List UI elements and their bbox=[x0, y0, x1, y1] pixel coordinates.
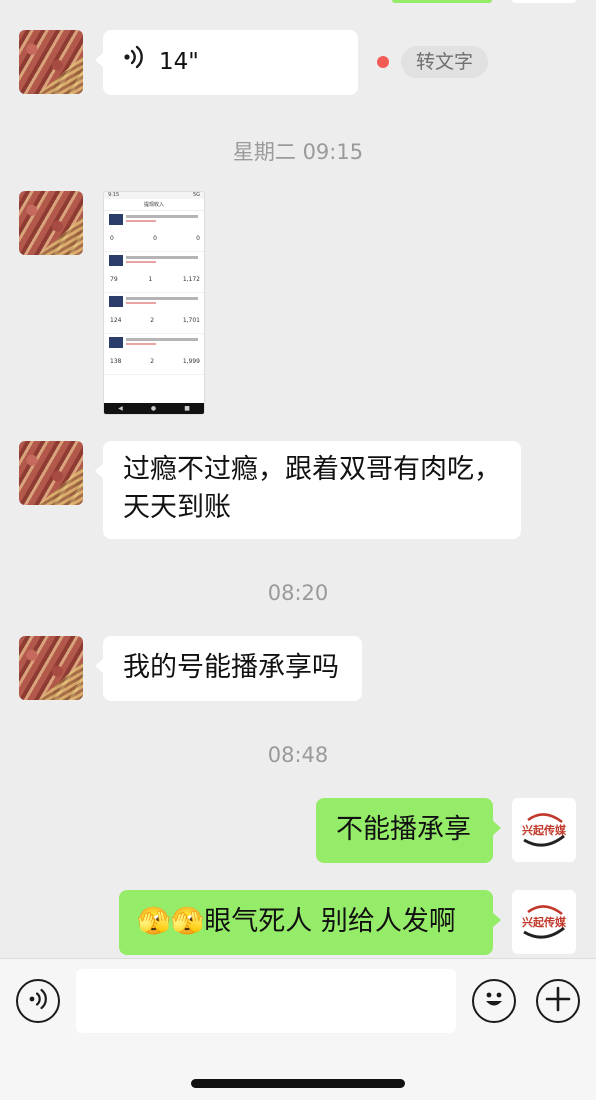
text-message-bubble[interactable]: 过瘾不过瘾，跟着双哥有肉吃， 天天到账 bbox=[95, 441, 521, 539]
contact-avatar[interactable] bbox=[19, 191, 83, 255]
contact-avatar[interactable] bbox=[19, 636, 83, 700]
timestamp: 08:20 bbox=[267, 581, 329, 605]
thumbnail-status-bar: 9:15 5G bbox=[104, 192, 204, 199]
my-avatar[interactable]: 兴起传媒 bbox=[512, 890, 576, 954]
emoji: 🫣🫣 bbox=[137, 906, 205, 937]
thumbnail-row: 000 bbox=[104, 211, 204, 252]
message-text: 我的号能播承享吗 bbox=[123, 652, 339, 683]
thumbnail-time: 9:15 bbox=[108, 192, 120, 198]
brand-logo: 兴起传媒 bbox=[522, 905, 567, 939]
emoji-face-icon bbox=[479, 984, 509, 1018]
convert-to-text-button[interactable]: 转文字 bbox=[401, 46, 489, 78]
voice-input-button[interactable] bbox=[16, 979, 60, 1023]
message-text: 不能播承享 bbox=[336, 814, 471, 845]
emoji-button[interactable] bbox=[472, 979, 516, 1023]
sent-message-bubble[interactable]: 不能播承享 bbox=[316, 798, 501, 863]
thumbnail-signal: 5G bbox=[192, 192, 200, 198]
thumbnail-nav-bar: ◀ ● ■ bbox=[104, 403, 204, 414]
voice-wave-icon bbox=[28, 988, 48, 1014]
voice-message-bubble[interactable]: 14" bbox=[95, 30, 358, 95]
brand-logo: 兴起传媒 bbox=[522, 813, 567, 847]
thumbnail-row: 124 2 1,701 bbox=[104, 293, 204, 334]
sent-message-bubble[interactable]: 🫣🫣眼气死人 别给人发啊 bbox=[119, 890, 501, 955]
thumbnail-title: 提现收入 bbox=[104, 199, 204, 211]
contact-avatar[interactable] bbox=[19, 30, 83, 94]
timestamp: 星期二 09:15 bbox=[232, 140, 364, 164]
message-text-line2: 天天到账 bbox=[123, 492, 231, 523]
home-indicator[interactable] bbox=[191, 1079, 405, 1088]
svg-text:兴起传媒: 兴起传媒 bbox=[522, 915, 567, 929]
image-message-thumbnail[interactable]: 9:15 5G 提现收入 000 79 1 1,172 124 2 1,701 138 2… bbox=[103, 191, 205, 415]
timestamp: 08:48 bbox=[267, 743, 329, 767]
voice-duration: 14" bbox=[159, 49, 199, 75]
add-button[interactable] bbox=[536, 979, 580, 1023]
message-input[interactable] bbox=[76, 969, 456, 1033]
plus-icon bbox=[545, 986, 571, 1016]
unread-dot bbox=[377, 56, 389, 68]
svg-text:兴起传媒: 兴起传媒 bbox=[522, 823, 567, 837]
my-avatar[interactable]: 兴起传媒 bbox=[512, 798, 576, 862]
voice-wave-icon bbox=[123, 43, 143, 81]
thumbnail-row: 79 1 1,172 bbox=[104, 252, 204, 293]
message-text: 眼气死人 别给人发啊 bbox=[204, 906, 456, 937]
previous-avatar-partial bbox=[512, 0, 576, 3]
contact-avatar[interactable] bbox=[19, 441, 83, 505]
message-text-line1: 过瘾不过瘾，跟着双哥有肉吃， bbox=[123, 454, 501, 485]
text-message-bubble[interactable]: 我的号能播承享吗 bbox=[95, 636, 362, 701]
previous-sent-bubble-partial bbox=[392, 0, 492, 3]
thumbnail-row: 138 2 1,999 bbox=[104, 334, 204, 375]
